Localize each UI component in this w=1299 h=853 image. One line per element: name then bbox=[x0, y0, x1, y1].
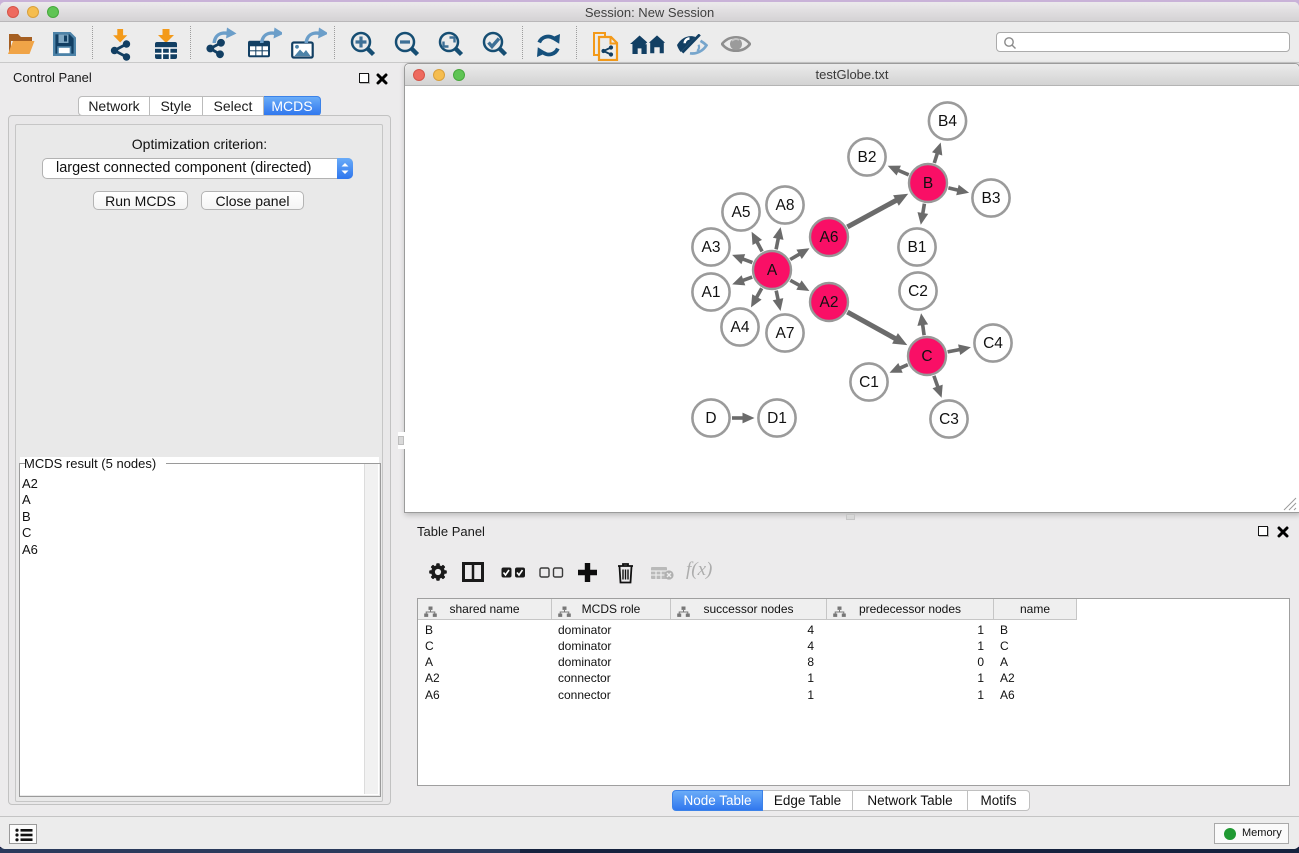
svg-text:B4: B4 bbox=[938, 113, 957, 130]
svg-text:A5: A5 bbox=[732, 204, 751, 221]
svg-text:A8: A8 bbox=[776, 197, 795, 214]
svg-text:A7: A7 bbox=[776, 325, 795, 342]
svg-text:D: D bbox=[705, 410, 716, 427]
svg-text:B1: B1 bbox=[908, 239, 927, 256]
svg-text:A4: A4 bbox=[731, 319, 750, 336]
svg-text:C: C bbox=[921, 348, 932, 365]
svg-text:A3: A3 bbox=[702, 239, 721, 256]
svg-text:C2: C2 bbox=[908, 283, 928, 300]
svg-text:B3: B3 bbox=[982, 190, 1001, 207]
svg-text:B2: B2 bbox=[858, 149, 877, 166]
svg-text:A2: A2 bbox=[820, 294, 839, 311]
svg-text:D1: D1 bbox=[767, 410, 787, 427]
svg-text:C4: C4 bbox=[983, 335, 1003, 352]
svg-text:A1: A1 bbox=[702, 284, 721, 301]
svg-text:C3: C3 bbox=[939, 411, 959, 428]
svg-text:A6: A6 bbox=[820, 229, 839, 246]
svg-text:A: A bbox=[767, 262, 778, 279]
svg-text:C1: C1 bbox=[859, 374, 879, 391]
svg-text:B: B bbox=[923, 175, 933, 192]
